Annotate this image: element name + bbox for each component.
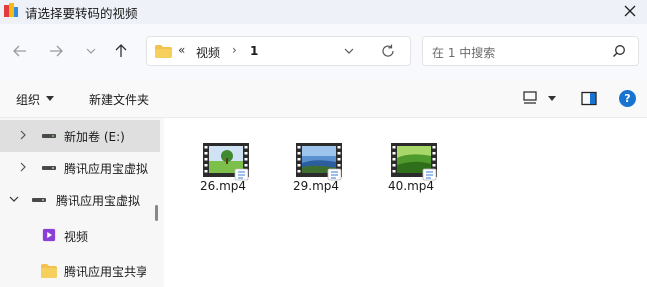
sidebar-item-label: 视频 (64, 230, 89, 244)
breadcrumb-item[interactable]: 视频 (196, 44, 220, 61)
help-button[interactable]: ? (619, 90, 636, 107)
new-folder-button[interactable]: 新建文件夹 (89, 91, 149, 108)
chevron-right-icon[interactable] (18, 130, 28, 140)
refresh-icon[interactable] (380, 43, 396, 59)
chevron-down-icon[interactable] (342, 44, 356, 58)
sidebar-item-label: 腾讯应用宝虚拟 (56, 194, 141, 208)
breadcrumb-separator[interactable]: › (232, 43, 237, 57)
sidebar-item-tencent-virtual-1[interactable]: 腾讯应用宝虚拟 (0, 152, 160, 184)
preview-pane-icon[interactable] (581, 91, 597, 106)
title-bar: 请选择要转码的视频 (0, 0, 647, 24)
file-name: 26.mp4 (199, 179, 247, 193)
breadcrumb-overflow[interactable]: « (178, 43, 185, 57)
chevron-down-icon (86, 48, 96, 54)
window-title: 请选择要转码的视频 (25, 6, 138, 21)
caret-down-icon[interactable] (46, 96, 54, 101)
sidebar-item-tencent-virtual-2[interactable]: 腾讯应用宝虚拟 (0, 184, 160, 216)
navigation-pane: 新加卷 (E:) 腾讯应用宝虚拟 腾讯应用宝虚拟 视频 腾讯应用宝共享 (0, 118, 164, 287)
search-icon (613, 45, 625, 57)
close-button[interactable] (619, 0, 641, 22)
file-name: 29.mp4 (292, 179, 340, 193)
address-bar[interactable]: « 视频 › 1 (146, 36, 411, 66)
sidebar-item-label: 腾讯应用宝共享 (64, 265, 146, 279)
back-button[interactable] (8, 40, 32, 62)
view-options-icon[interactable] (522, 91, 538, 106)
close-icon (624, 5, 636, 17)
sidebar-item-videos[interactable]: 视频 (0, 220, 160, 252)
chevron-down-icon[interactable] (9, 194, 19, 204)
navigation-bar: « 视频 › 1 在 1 中搜索 (0, 24, 647, 80)
organize-button[interactable]: 组织 (16, 91, 40, 108)
sidebar-item-label: 腾讯应用宝虚拟 (64, 162, 148, 176)
folder-icon (41, 264, 57, 278)
drive-icon (42, 166, 56, 170)
up-button[interactable] (109, 40, 133, 62)
arrow-up-icon (115, 44, 127, 57)
recent-locations-button[interactable] (79, 40, 103, 62)
file-list: 26.mp4 29.mp4 40.mp4 (164, 118, 647, 287)
file-item[interactable]: 26.mp4 (183, 143, 263, 203)
caret-down-icon[interactable] (548, 96, 556, 101)
file-item[interactable]: 29.mp4 (276, 143, 356, 203)
video-folder-icon (42, 228, 56, 242)
sidebar-item-tencent-shared[interactable]: 腾讯应用宝共享 (0, 255, 160, 287)
chevron-right-icon[interactable] (18, 162, 28, 172)
arrow-left-icon (13, 45, 26, 57)
forward-button[interactable] (44, 40, 68, 62)
search-input[interactable]: 在 1 中搜索 (432, 44, 495, 61)
file-name: 40.mp4 (387, 179, 435, 193)
app-icon (4, 3, 18, 17)
drive-icon (32, 198, 46, 202)
search-box[interactable]: 在 1 中搜索 (422, 36, 639, 66)
drive-icon (42, 134, 56, 138)
arrow-right-icon (50, 45, 63, 57)
sidebar-scrollbar[interactable] (155, 205, 158, 221)
command-bar: 组织 新建文件夹 ? (0, 80, 647, 118)
folder-icon (155, 45, 172, 58)
breadcrumb-item[interactable]: 1 (250, 44, 258, 58)
file-item[interactable]: 40.mp4 (371, 143, 451, 203)
video-file-icon (296, 143, 342, 181)
sidebar-item-drive-e[interactable]: 新加卷 (E:) (0, 120, 160, 152)
video-file-icon (391, 143, 437, 181)
sidebar-item-label: 新加卷 (E:) (64, 130, 125, 144)
video-file-icon (203, 143, 249, 181)
